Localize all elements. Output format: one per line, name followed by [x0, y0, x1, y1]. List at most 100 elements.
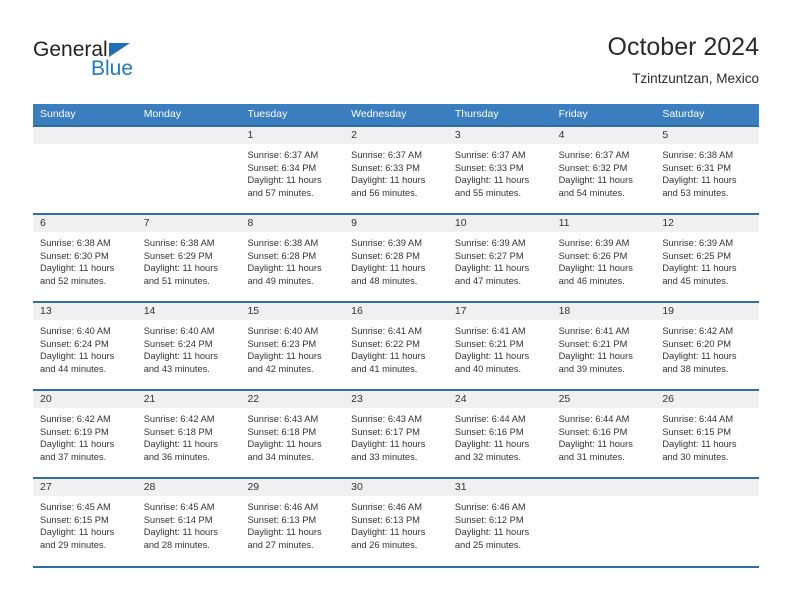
daylight-text: Daylight: 11 hours and 28 minutes.	[143, 527, 218, 550]
sunrise-text: Sunrise: 6:40 AM	[40, 326, 111, 336]
day-cell[interactable]: 23 Sunrise: 6:43 AM Sunset: 6:17 PM Dayl…	[344, 391, 448, 477]
day-cell[interactable]: 18 Sunrise: 6:41 AM Sunset: 6:21 PM Dayl…	[551, 303, 656, 389]
day-cell[interactable]: 22 Sunrise: 6:43 AM Sunset: 6:18 PM Dayl…	[240, 391, 345, 477]
day-number: 25	[551, 391, 656, 408]
day-number	[136, 127, 241, 144]
daylight-text: Daylight: 11 hours and 37 minutes.	[40, 439, 115, 462]
day-cell[interactable]: 30 Sunrise: 6:46 AM Sunset: 6:13 PM Dayl…	[344, 479, 448, 565]
daylight-text: Daylight: 11 hours and 53 minutes.	[662, 175, 737, 198]
sunset-text: Sunset: 6:20 PM	[662, 338, 732, 349]
day-details: Sunrise: 6:37 AM Sunset: 6:32 PM Dayligh…	[552, 144, 656, 199]
sunrise-text: Sunrise: 6:38 AM	[40, 238, 111, 248]
day-cell[interactable]: 28 Sunrise: 6:45 AM Sunset: 6:14 PM Dayl…	[136, 479, 241, 565]
day-cell[interactable]: 10 Sunrise: 6:39 AM Sunset: 6:27 PM Dayl…	[447, 215, 552, 301]
daylight-text: Daylight: 11 hours and 47 minutes.	[454, 263, 530, 286]
day-cell[interactable]: 16 Sunrise: 6:41 AM Sunset: 6:22 PM Dayl…	[344, 303, 448, 389]
day-cell[interactable]: 20 Sunrise: 6:42 AM Sunset: 6:19 PM Dayl…	[33, 391, 137, 477]
daylight-text: Daylight: 11 hours and 56 minutes.	[351, 175, 426, 198]
day-details: Sunrise: 6:45 AM Sunset: 6:15 PM Dayligh…	[33, 496, 137, 551]
sunrise-text: Sunrise: 6:37 AM	[351, 150, 422, 160]
sunrise-text: Sunrise: 6:44 AM	[558, 414, 630, 424]
day-cell[interactable]: 4 Sunrise: 6:37 AM Sunset: 6:32 PM Dayli…	[551, 127, 656, 213]
week-row: 6 Sunrise: 6:38 AM Sunset: 6:30 PM Dayli…	[33, 213, 760, 301]
day-cell[interactable]: 24 Sunrise: 6:44 AM Sunset: 6:16 PM Dayl…	[447, 391, 552, 477]
day-cell[interactable]: 3 Sunrise: 6:37 AM Sunset: 6:33 PM Dayli…	[447, 127, 552, 213]
day-number: 7	[136, 215, 241, 232]
day-cell[interactable]: 17 Sunrise: 6:41 AM Sunset: 6:21 PM Dayl…	[447, 303, 552, 389]
day-number: 12	[655, 215, 760, 232]
day-cell[interactable]: 31 Sunrise: 6:46 AM Sunset: 6:12 PM Dayl…	[447, 479, 552, 565]
day-number: 1	[240, 127, 345, 144]
day-cell[interactable]: 9 Sunrise: 6:39 AM Sunset: 6:28 PM Dayli…	[344, 215, 448, 301]
day-cell[interactable]: 13 Sunrise: 6:40 AM Sunset: 6:24 PM Dayl…	[33, 303, 137, 389]
day-details: Sunrise: 6:43 AM Sunset: 6:17 PM Dayligh…	[344, 408, 448, 463]
day-cell[interactable]: 25 Sunrise: 6:44 AM Sunset: 6:16 PM Dayl…	[551, 391, 656, 477]
day-cell[interactable]: 8 Sunrise: 6:38 AM Sunset: 6:28 PM Dayli…	[240, 215, 345, 301]
sunset-text: Sunset: 6:33 PM	[351, 162, 420, 173]
sunset-text: Sunset: 6:29 PM	[143, 250, 213, 261]
day-cell[interactable]: 29 Sunrise: 6:46 AM Sunset: 6:13 PM Dayl…	[240, 479, 345, 565]
day-details: Sunrise: 6:46 AM Sunset: 6:13 PM Dayligh…	[344, 496, 448, 551]
sunset-text: Sunset: 6:15 PM	[40, 514, 109, 525]
sunset-text: Sunset: 6:26 PM	[558, 250, 628, 261]
day-cell	[33, 127, 137, 213]
day-cell[interactable]: 11 Sunrise: 6:39 AM Sunset: 6:26 PM Dayl…	[551, 215, 656, 301]
sunset-text: Sunset: 6:18 PM	[247, 426, 317, 437]
sunrise-text: Sunrise: 6:39 AM	[558, 238, 630, 248]
day-number: 4	[551, 127, 656, 144]
daylight-text: Daylight: 11 hours and 51 minutes.	[143, 263, 218, 286]
weekday-header-sunday: Sunday	[40, 108, 76, 120]
day-cell[interactable]: 19 Sunrise: 6:42 AM Sunset: 6:20 PM Dayl…	[655, 303, 760, 389]
day-number: 16	[344, 303, 448, 320]
daylight-text: Daylight: 11 hours and 30 minutes.	[662, 439, 737, 462]
daylight-text: Daylight: 11 hours and 45 minutes.	[662, 263, 737, 286]
day-cell	[655, 479, 760, 565]
daylight-text: Daylight: 11 hours and 32 minutes.	[454, 439, 530, 462]
calendar-page: General Blue October 2024 Tzintzuntzan, …	[0, 0, 792, 612]
day-number: 22	[240, 391, 345, 408]
day-details: Sunrise: 6:38 AM Sunset: 6:30 PM Dayligh…	[33, 232, 137, 287]
day-cell[interactable]: 21 Sunrise: 6:42 AM Sunset: 6:18 PM Dayl…	[136, 391, 241, 477]
day-cell[interactable]: 7 Sunrise: 6:38 AM Sunset: 6:29 PM Dayli…	[136, 215, 241, 301]
sunset-text: Sunset: 6:31 PM	[662, 162, 732, 173]
week-row: 13 Sunrise: 6:40 AM Sunset: 6:24 PM Dayl…	[33, 301, 760, 389]
daylight-text: Daylight: 11 hours and 57 minutes.	[247, 175, 322, 198]
week-row: 1 Sunrise: 6:37 AM Sunset: 6:34 PM Dayli…	[33, 125, 760, 213]
weekday-header-wednesday: Wednesday	[351, 108, 407, 120]
sunrise-text: Sunrise: 6:46 AM	[247, 502, 319, 512]
day-cell[interactable]: 26 Sunrise: 6:44 AM Sunset: 6:15 PM Dayl…	[655, 391, 760, 477]
sunrise-text: Sunrise: 6:45 AM	[40, 502, 111, 512]
daylight-text: Daylight: 11 hours and 52 minutes.	[40, 263, 115, 286]
sunrise-text: Sunrise: 6:41 AM	[351, 326, 422, 336]
day-details: Sunrise: 6:45 AM Sunset: 6:14 PM Dayligh…	[137, 496, 241, 551]
daylight-text: Daylight: 11 hours and 25 minutes.	[454, 527, 530, 550]
day-cell[interactable]: 2 Sunrise: 6:37 AM Sunset: 6:33 PM Dayli…	[344, 127, 448, 213]
day-cell[interactable]: 12 Sunrise: 6:39 AM Sunset: 6:25 PM Dayl…	[655, 215, 760, 301]
sunset-text: Sunset: 6:32 PM	[558, 162, 628, 173]
day-cell[interactable]: 27 Sunrise: 6:45 AM Sunset: 6:15 PM Dayl…	[33, 479, 137, 565]
day-number: 26	[655, 391, 760, 408]
day-details: Sunrise: 6:46 AM Sunset: 6:13 PM Dayligh…	[240, 496, 344, 551]
day-number: 8	[240, 215, 345, 232]
sunset-text: Sunset: 6:21 PM	[454, 338, 524, 349]
day-number: 11	[551, 215, 656, 232]
day-cell[interactable]: 15 Sunrise: 6:40 AM Sunset: 6:23 PM Dayl…	[240, 303, 345, 389]
day-details: Sunrise: 6:43 AM Sunset: 6:18 PM Dayligh…	[240, 408, 344, 463]
day-cell[interactable]: 1 Sunrise: 6:37 AM Sunset: 6:34 PM Dayli…	[240, 127, 345, 213]
day-cell[interactable]: 6 Sunrise: 6:38 AM Sunset: 6:30 PM Dayli…	[33, 215, 137, 301]
day-details: Sunrise: 6:38 AM Sunset: 6:29 PM Dayligh…	[137, 232, 241, 287]
weekday-header-saturday: Saturday	[662, 108, 705, 120]
day-number: 21	[136, 391, 241, 408]
day-details: Sunrise: 6:39 AM Sunset: 6:26 PM Dayligh…	[552, 232, 656, 287]
day-number: 31	[447, 479, 552, 496]
daylight-text: Daylight: 11 hours and 36 minutes.	[143, 439, 218, 462]
sunset-text: Sunset: 6:24 PM	[143, 338, 213, 349]
sunset-text: Sunset: 6:17 PM	[351, 426, 420, 437]
day-details: Sunrise: 6:41 AM Sunset: 6:22 PM Dayligh…	[344, 320, 448, 375]
sunset-text: Sunset: 6:34 PM	[247, 162, 317, 173]
general-blue-logo[interactable]: General Blue	[33, 38, 163, 86]
day-cell[interactable]: 14 Sunrise: 6:40 AM Sunset: 6:24 PM Dayl…	[136, 303, 241, 389]
day-cell[interactable]: 5 Sunrise: 6:38 AM Sunset: 6:31 PM Dayli…	[655, 127, 760, 213]
sunrise-text: Sunrise: 6:44 AM	[454, 414, 526, 424]
sunset-text: Sunset: 6:25 PM	[662, 250, 732, 261]
